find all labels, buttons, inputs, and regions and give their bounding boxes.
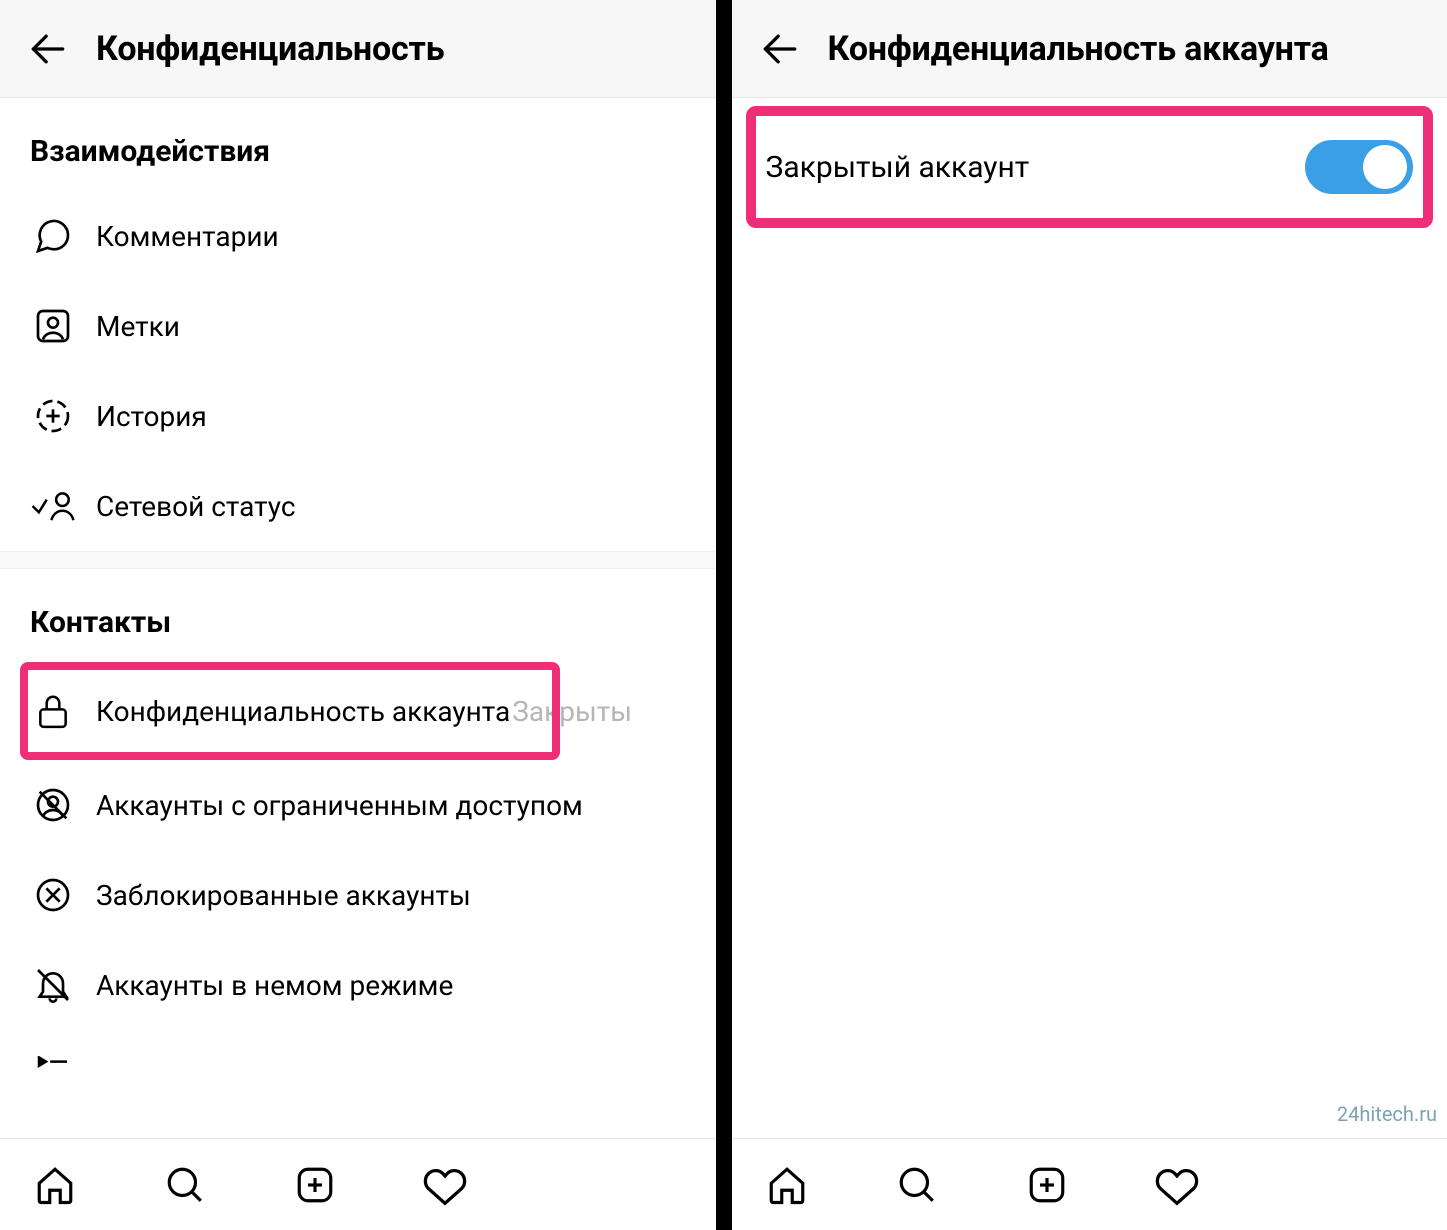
- page-title: Конфиденциальность аккаунта: [828, 29, 1329, 69]
- row-blocked-accounts[interactable]: Заблокированные аккаунты: [0, 850, 716, 940]
- row-activity-status[interactable]: Сетевой статус: [0, 461, 716, 551]
- row-label: Конфиденциальность аккаунта: [96, 695, 510, 728]
- row-restricted-accounts[interactable]: Аккаунты с ограниченным доступом: [0, 760, 716, 850]
- toggle-label: Закрытый аккаунт: [766, 150, 1030, 185]
- tag-person-icon: [30, 303, 76, 349]
- heart-icon: [423, 1163, 467, 1207]
- row-label: Заблокированные аккаунты: [96, 879, 471, 912]
- settings-content: Закрытый аккаунт: [732, 98, 1447, 1138]
- nav-home[interactable]: [762, 1160, 812, 1210]
- nav-add[interactable]: [290, 1160, 340, 1210]
- list-icon: [30, 1040, 76, 1086]
- activity-status-icon: [30, 483, 76, 529]
- settings-content: Взаимодействия Комментарии Метки История: [0, 98, 716, 1138]
- nav-home[interactable]: [30, 1160, 80, 1210]
- page-title: Конфиденциальность: [96, 29, 444, 69]
- toggle-knob: [1363, 145, 1407, 189]
- back-button[interactable]: [24, 25, 72, 73]
- section-contacts-title: Контакты: [0, 569, 716, 662]
- row-label: Метки: [96, 310, 180, 343]
- lock-icon: [30, 688, 76, 734]
- row-comments[interactable]: Комментарии: [0, 191, 716, 281]
- row-label: Комментарии: [96, 220, 279, 253]
- row-label: Аккаунты в немом режиме: [96, 969, 453, 1002]
- home-icon: [766, 1164, 808, 1206]
- arrow-left-icon: [26, 27, 70, 71]
- header-bar: Конфиденциальность аккаунта: [732, 0, 1447, 98]
- row-sub-value: Закрыты: [512, 695, 632, 728]
- row-label: История: [96, 400, 207, 433]
- restricted-icon: [30, 782, 76, 828]
- row-account-privacy[interactable]: Конфиденциальность аккаунта Закрыты: [0, 662, 716, 760]
- search-icon: [896, 1164, 938, 1206]
- privacy-settings-screen: Конфиденциальность Взаимодействия Коммен…: [0, 0, 724, 1230]
- nav-activity[interactable]: [420, 1160, 470, 1210]
- bottom-nav: [732, 1138, 1447, 1230]
- add-square-icon: [1026, 1164, 1068, 1206]
- private-account-toggle[interactable]: [1305, 140, 1413, 194]
- search-icon: [164, 1164, 206, 1206]
- nav-activity[interactable]: [1152, 1160, 1202, 1210]
- row-muted-accounts[interactable]: Аккаунты в немом режиме: [0, 940, 716, 1030]
- nav-search[interactable]: [160, 1160, 210, 1210]
- add-square-icon: [294, 1164, 336, 1206]
- row-story[interactable]: История: [0, 371, 716, 461]
- section-interactions-title: Взаимодействия: [0, 98, 716, 191]
- bell-off-icon: [30, 962, 76, 1008]
- heart-icon: [1155, 1163, 1199, 1207]
- watermark-text: 24hitech.ru: [1337, 1102, 1437, 1126]
- comment-icon: [30, 213, 76, 259]
- row-tags[interactable]: Метки: [0, 281, 716, 371]
- close-circle-icon: [30, 872, 76, 918]
- row-private-account[interactable]: Закрытый аккаунт: [740, 106, 1440, 228]
- nav-search[interactable]: [892, 1160, 942, 1210]
- section-divider: [0, 551, 716, 569]
- row-label: Сетевой статус: [96, 490, 296, 523]
- story-add-icon: [30, 393, 76, 439]
- home-icon: [34, 1164, 76, 1206]
- row-label: Аккаунты с ограниченным доступом: [96, 789, 583, 822]
- arrow-left-icon: [758, 27, 802, 71]
- back-button[interactable]: [756, 25, 804, 73]
- nav-add[interactable]: [1022, 1160, 1072, 1210]
- row-partial: [0, 1030, 716, 1086]
- header-bar: Конфиденциальность: [0, 0, 716, 98]
- bottom-nav: [0, 1138, 716, 1230]
- account-privacy-screen: Конфиденциальность аккаунта Закрытый акк…: [724, 0, 1447, 1230]
